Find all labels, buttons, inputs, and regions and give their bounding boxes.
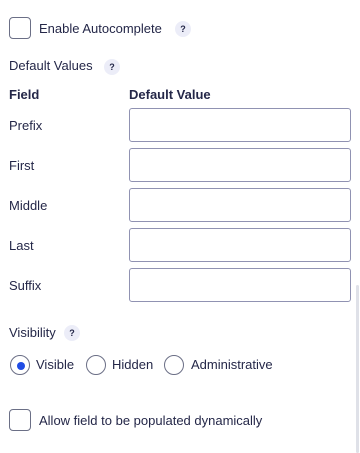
default-values-help-icon[interactable]: ? [104, 59, 120, 75]
prefix-default-input[interactable] [129, 108, 351, 142]
column-header-field: Field [9, 87, 40, 102]
field-label-middle: Middle [9, 198, 48, 213]
visibility-option-administrative-label: Administrative [191, 357, 273, 372]
field-label-prefix: Prefix [9, 118, 43, 133]
column-header-default-value: Default Value [129, 87, 211, 102]
visibility-radio-visible[interactable] [10, 355, 30, 375]
radio-selected-dot [17, 362, 25, 370]
enable-autocomplete-checkbox[interactable] [9, 17, 31, 39]
suffix-default-input[interactable] [129, 268, 351, 302]
scrollbar[interactable] [356, 285, 359, 453]
visibility-radio-hidden[interactable] [86, 355, 106, 375]
visibility-heading: Visibility [9, 325, 56, 340]
first-default-input[interactable] [129, 148, 351, 182]
visibility-option-visible-label: Visible [36, 357, 75, 372]
middle-default-input[interactable] [129, 188, 351, 222]
field-label-last: Last [9, 238, 34, 253]
populate-dynamically-checkbox[interactable] [9, 409, 31, 431]
last-default-input[interactable] [129, 228, 351, 262]
enable-autocomplete-label: Enable Autocomplete [39, 21, 162, 36]
visibility-radio-administrative[interactable] [164, 355, 184, 375]
field-label-suffix: Suffix [9, 278, 42, 293]
visibility-help-icon[interactable]: ? [64, 325, 80, 341]
populate-dynamically-label: Allow field to be populated dynamically [39, 413, 263, 428]
autocomplete-help-icon[interactable]: ? [175, 21, 191, 37]
field-label-first: First [9, 158, 35, 173]
visibility-option-hidden-label: Hidden [112, 357, 154, 372]
default-values-heading: Default Values [9, 58, 93, 73]
